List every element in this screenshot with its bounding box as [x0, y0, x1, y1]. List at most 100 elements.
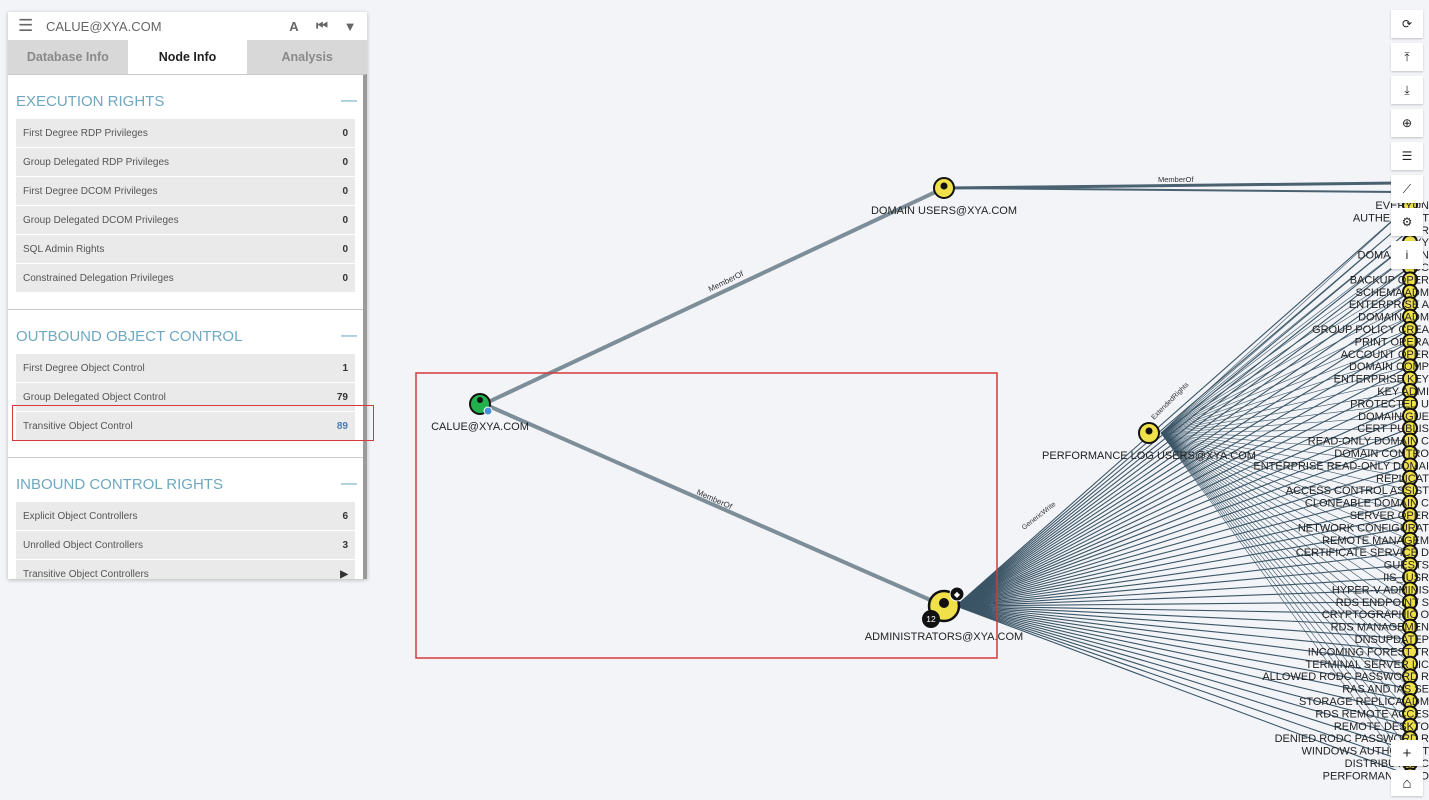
node-label: DOMAIN CONTRO	[1334, 448, 1429, 460]
panel-highlight-box	[12, 405, 374, 441]
node-label: GUESTS	[1384, 560, 1429, 572]
zoom-controls: + ⌂	[1391, 740, 1423, 800]
refresh-button[interactable]: ⟳	[1391, 10, 1423, 38]
node-info-panel: ☰ CALUE@XYA.COM A ⏮ ▼ Database Info Node…	[8, 12, 367, 579]
group-icon	[1146, 428, 1153, 435]
node-label: REMOTE DESKTO	[1334, 721, 1429, 733]
node-label: DOMAIN COMP	[1349, 361, 1429, 373]
node-label: READ-ONLY DOMAIN C	[1308, 436, 1429, 448]
node-label: ENTERPRISE A	[1349, 299, 1429, 311]
node-user[interactable]: CALUE@XYA.COM	[431, 394, 529, 433]
queries-button[interactable]: ☰	[1391, 142, 1423, 170]
list-item[interactable]: SQL Admin Rights 0	[16, 235, 355, 264]
queries-icon: ☰	[1402, 149, 1413, 163]
node-label: RDS MANAGEMEN	[1331, 622, 1429, 634]
row-label: Explicit Object Controllers	[23, 511, 137, 522]
node-label: RDS ENDPOINT S	[1336, 597, 1429, 609]
export-button[interactable]: ⤒	[1391, 43, 1423, 71]
search-input[interactable]: CALUE@XYA.COM	[46, 19, 273, 34]
node-label-admins: ADMINISTRATORS@XYA.COM	[865, 631, 1023, 643]
tab-database-info[interactable]: Database Info	[8, 40, 128, 74]
list-item[interactable]: First Degree DCOM Privileges0	[16, 177, 355, 206]
node-label: HYPER-V ADMINIS	[1332, 584, 1429, 596]
row-label: First Degree Object Control	[23, 363, 145, 374]
menu-icon[interactable]: ☰	[18, 16, 32, 36]
row-value: 6	[342, 511, 348, 522]
collapse-icon[interactable]: —	[341, 475, 355, 493]
node-label: DOMAIN GUE	[1358, 411, 1429, 423]
settings-button[interactable]: ⚙	[1391, 208, 1423, 236]
node-label: REPLICAT	[1376, 473, 1429, 485]
list-item[interactable]: Group Delegated DCOM Privileges0	[16, 206, 355, 235]
import-button[interactable]: ⤓	[1391, 76, 1423, 104]
refresh-icon: ⟳	[1402, 17, 1412, 31]
section-title: OUTBOUND OBJECT CONTROL	[16, 328, 242, 345]
list-item[interactable]: First Degree Object Control 1	[16, 354, 355, 383]
home-button[interactable]: ⌂	[1391, 770, 1423, 796]
panel-body[interactable]: EXECUTION RIGHTS — First Degree RDP Priv…	[8, 74, 367, 579]
import-icon: ⊕	[1402, 116, 1412, 130]
row-label: First Degree DCOM Privileges	[23, 186, 157, 197]
tab-node-info[interactable]: Node Info	[128, 40, 248, 74]
node-label: ACCOUNT OPER	[1341, 349, 1429, 361]
list-item[interactable]: Transitive Object Controllers▶	[16, 560, 355, 579]
collapse-icon[interactable]: —	[341, 92, 355, 110]
node-label: REMOTE MANAGEM	[1322, 535, 1429, 547]
node-label: SERVER OPER	[1350, 510, 1429, 522]
about-button[interactable]: i	[1391, 241, 1423, 269]
layout-button[interactable]: ⟋	[1391, 175, 1423, 203]
node-label: DOMAIN ADM	[1358, 312, 1429, 324]
section-title: EXECUTION RIGHTS	[16, 93, 164, 110]
filter-icon[interactable]: ▼	[343, 19, 357, 34]
svg-text:◆: ◆	[954, 590, 961, 599]
list-item[interactable]: Explicit Object Controllers 6	[16, 502, 355, 531]
node-label: RAS AND IAS SE	[1342, 684, 1429, 696]
node-label: TERMINAL SERVER LIC	[1306, 659, 1429, 671]
node-label: RDS REMOTE ACCES	[1315, 708, 1429, 720]
row-label: First Degree RDP Privileges	[23, 128, 148, 139]
node-label-domain-users: DOMAIN USERS@XYA.COM	[871, 205, 1017, 217]
search-bar: ☰ CALUE@XYA.COM A ⏮ ▼	[8, 12, 367, 40]
expand-arrow-icon[interactable]: ▶	[340, 569, 348, 580]
row-value: 79	[337, 392, 348, 403]
node-label: INCOMING FOREST TR	[1308, 646, 1429, 658]
row-label: SQL Admin Rights	[23, 244, 104, 255]
row-value: 0	[342, 244, 348, 255]
node-label: SCHEMA ADM	[1356, 287, 1429, 299]
row-label: Group Delegated Object Control	[23, 392, 166, 403]
settings-icon: ⚙	[1402, 215, 1413, 229]
edge-domainusers-right-2	[948, 188, 1400, 192]
node-label: IIS_IUSR	[1383, 572, 1429, 584]
section-execution-rights: EXECUTION RIGHTS — First Degree RDP Priv…	[8, 75, 363, 293]
node-label-perf-log: PERFORMANCE LOG USERS@XYA.COM	[1042, 450, 1256, 462]
edge-label-memberof-3: MemberOf	[1158, 175, 1194, 184]
upload-data-button[interactable]: ⊕	[1391, 109, 1423, 137]
list-item[interactable]: Group Delegated RDP Privileges0	[16, 148, 355, 177]
group-icon	[939, 598, 949, 608]
section-title: INBOUND CONTROL RIGHTS	[16, 476, 223, 493]
node-label: CLONEABLE DOMAIN C	[1305, 498, 1429, 510]
info-icon: i	[1406, 248, 1409, 262]
graph-toolbar: ⟳ ⤒ ⤓ ⊕ ☰ ⟋ ⚙ i	[1391, 10, 1423, 274]
node-label: KEY ADMI	[1377, 386, 1429, 398]
list-item[interactable]: Unrolled Object Controllers3	[16, 531, 355, 560]
node-label: ACCESS CONTROL ASSIST	[1286, 485, 1429, 497]
zoom-in-button[interactable]: +	[1391, 740, 1423, 766]
list-item[interactable]: Constrained Delegation Privileges0	[16, 264, 355, 293]
tab-analysis[interactable]: Analysis	[247, 40, 367, 74]
node-domain-users[interactable]: DOMAIN USERS@XYA.COM	[871, 178, 1017, 217]
row-label: Unrolled Object Controllers	[23, 540, 143, 551]
node-label: CRYPTOGRAPHIC O	[1322, 609, 1429, 621]
node-label: CERT PUBLIS	[1357, 423, 1429, 435]
pathfinding-icon[interactable]: A	[287, 19, 301, 34]
edge-label-extended-rights: ExtendedRights	[1150, 381, 1190, 421]
collapse-icon[interactable]: —	[341, 327, 355, 345]
row-value: 1	[342, 363, 348, 374]
list-item[interactable]: First Degree RDP Privileges0	[16, 119, 355, 148]
node-label: DNSUPDATEP	[1355, 634, 1429, 646]
download-icon: ⤓	[1404, 83, 1409, 98]
owned-icon	[484, 407, 492, 415]
home-icon: ⌂	[1402, 775, 1411, 792]
back-icon[interactable]: ⏮	[315, 18, 329, 34]
graph-highlight-box	[416, 373, 997, 658]
